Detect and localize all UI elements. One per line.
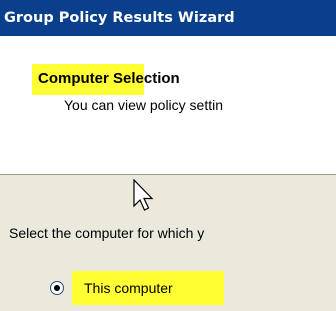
radio-this-computer-label[interactable]: This computer <box>84 279 173 297</box>
radio-this-computer-row[interactable]: This computer <box>0 271 336 307</box>
page-subtitle: You can view policy settin <box>64 97 224 113</box>
wizard-body: Select the computer for which y This com… <box>0 175 336 311</box>
window-title: Group Policy Results Wizard <box>4 10 235 26</box>
page-title-text: Computer Selection <box>38 70 180 87</box>
wizard-header: Computer Selection You can view policy s… <box>0 36 336 174</box>
computer-selection-instruction: Select the computer for which y <box>9 225 205 241</box>
radio-selected-dot <box>54 285 60 291</box>
title-bar: Group Policy Results Wizard <box>0 0 336 36</box>
mouse-pointer-icon <box>133 179 154 211</box>
wizard-window: Group Policy Results Wizard Computer Sel… <box>0 0 336 311</box>
page-title: Computer Selection <box>32 64 180 95</box>
radio-this-computer[interactable] <box>50 281 64 295</box>
